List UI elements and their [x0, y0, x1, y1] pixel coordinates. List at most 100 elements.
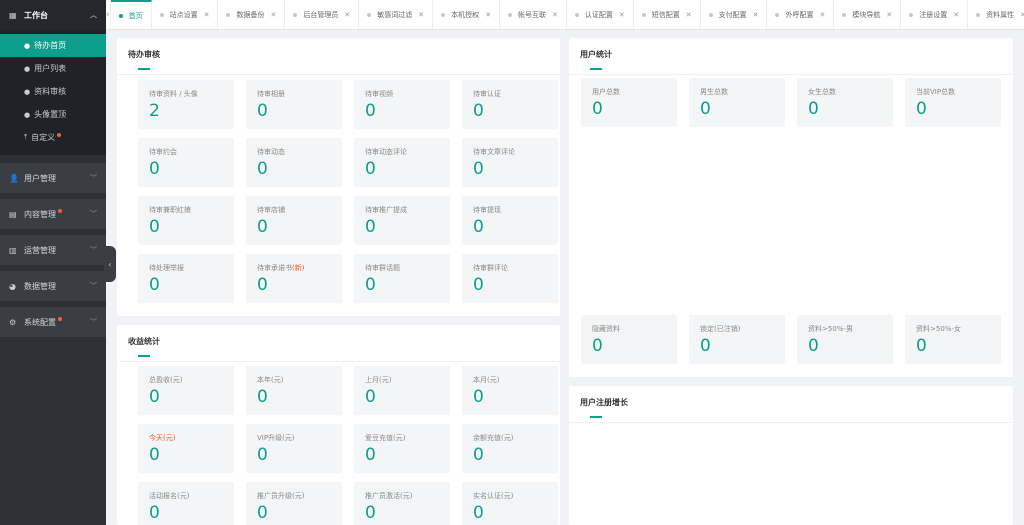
stat-card[interactable]: 待处理举报 0 [138, 254, 234, 303]
close-icon[interactable]: ✕ [819, 11, 825, 19]
sidebar-item-user-list[interactable]: ● 用户列表 [0, 57, 106, 80]
stat-label: 待审文章评论 [473, 148, 515, 156]
stat-card[interactable]: 实名认证(元) 0 [462, 482, 558, 525]
sidebar-header-label: 工作台 [24, 10, 48, 20]
close-icon[interactable]: ✕ [619, 11, 625, 19]
tab-label: 帐号互联 [517, 10, 546, 19]
stat-card[interactable]: 活动报名(元) 0 [138, 482, 234, 525]
tab-account-link[interactable]: 帐号互联 ✕ [500, 0, 567, 29]
stat-card[interactable]: 待审店铺 0 [246, 196, 342, 245]
tab-auth-config[interactable]: 认证配置 ✕ [567, 0, 634, 29]
close-icon[interactable]: ✕ [552, 11, 558, 19]
close-icon[interactable]: ✕ [686, 11, 692, 19]
close-icon[interactable]: ✕ [344, 11, 350, 19]
stat-card[interactable]: 锁定(已注销) 0 [689, 315, 785, 364]
stat-card[interactable]: 待审动态 0 [246, 138, 342, 187]
sidebar-group-data-management[interactable]: ◕ 数据管理 ﹀ [0, 271, 106, 301]
stat-card[interactable]: 待审资料 / 头像 2 [138, 80, 234, 129]
stat-card[interactable]: 资料>50%-男 0 [797, 315, 893, 364]
sidebar-item-todo-home[interactable]: ● 待办首页 [0, 34, 106, 57]
tab-home[interactable]: 首页 [110, 0, 152, 29]
close-icon[interactable]: ✕ [418, 11, 424, 19]
close-icon[interactable]: ✕ [485, 11, 491, 19]
tab-register-settings[interactable]: 注册设置 ✕ [901, 0, 969, 29]
sidebar-item-custom[interactable]: ⤒ 自定义 [0, 126, 106, 149]
users-icon: 👤 [9, 173, 19, 183]
stat-card[interactable]: 待审承诺书(新) 0 [246, 254, 342, 303]
tab-word-filter[interactable]: 敏感词过滤 ✕ [359, 0, 434, 29]
tab-sms-config[interactable]: 短信配置 ✕ [634, 0, 701, 29]
stat-card[interactable]: 待审约会 0 [138, 138, 234, 187]
tab-profile-attrs[interactable]: 资料属性 ✕ [968, 0, 1024, 29]
stat-card[interactable]: 待审相册 0 [246, 80, 342, 129]
stat-card[interactable]: 待审推广提成 0 [354, 196, 450, 245]
stat-value: 0 [473, 101, 484, 121]
stat-card[interactable]: 待审动态评论 0 [354, 138, 450, 187]
tab-data-backup[interactable]: 数据备份 ✕ [218, 0, 286, 29]
stat-card[interactable]: 上月(元) 0 [354, 366, 450, 415]
stat-card[interactable]: 男生总数 0 [689, 78, 785, 127]
income-stats-panel: 收益统计 总盈收(元) 0 本年(元) 0 上月(元) 0 本月(元) 0 今天(元) 0… [117, 325, 560, 525]
stat-card[interactable]: 总盈收(元) 0 [138, 366, 234, 415]
stat-value: 0 [257, 159, 268, 179]
panel-title: 收益统计 [128, 337, 160, 346]
bar-chart-icon: ▥ [9, 245, 17, 255]
sidebar-collapse-toggle[interactable]: ‹ [104, 246, 116, 282]
stat-card[interactable]: 推广员升级(元) 0 [246, 482, 342, 525]
stat-card[interactable]: 余额充值(元) 0 [462, 424, 558, 473]
tab-module-nav[interactable]: 模块导航 ✕ [834, 0, 902, 29]
close-icon[interactable]: ✕ [886, 11, 892, 19]
stat-value: 0 [257, 217, 268, 237]
sidebar-item-profile-review[interactable]: ● 资料审核 [0, 80, 106, 103]
stat-value: 0 [592, 336, 603, 356]
stat-card[interactable]: 待审提现 0 [462, 196, 558, 245]
close-icon[interactable]: ✕ [204, 11, 210, 19]
stat-card[interactable]: 本月(元) 0 [462, 366, 558, 415]
stat-card[interactable]: 用户总数 0 [581, 78, 677, 127]
stat-card[interactable]: 爱豆充值(元) 0 [354, 424, 450, 473]
stat-card[interactable]: 今天(元) 0 [138, 424, 234, 473]
tab-admins[interactable]: 后台管理员 ✕ [285, 0, 360, 29]
tab-label: 敏感词过滤 [377, 10, 413, 19]
stat-card[interactable]: 女生总数 0 [797, 78, 893, 127]
sidebar-group-user-management[interactable]: 👤 用户管理 ﹀ [0, 163, 106, 193]
stat-card[interactable]: 待审兼职红娘 0 [138, 196, 234, 245]
sidebar-item-avatar-pin[interactable]: ● 头像置顶 [0, 103, 106, 126]
bullet-icon: ● [24, 41, 31, 50]
tab-payment-config[interactable]: 支付配置 ✕ [701, 0, 768, 29]
divider [569, 422, 1013, 423]
stat-card[interactable]: 本年(元) 0 [246, 366, 342, 415]
stat-card[interactable]: 待审群话题 0 [354, 254, 450, 303]
sidebar-group-system-config[interactable]: ⚙ 系统配置 ﹀ [0, 307, 106, 337]
stat-card[interactable]: 待审认证 0 [462, 80, 558, 129]
stat-label: 待审相册 [257, 90, 285, 98]
stat-card[interactable]: 隐藏资料 0 [581, 315, 677, 364]
stat-card[interactable]: 推广员激活(元) 0 [354, 482, 450, 525]
stat-label: 待审提现 [473, 206, 501, 214]
sidebar-item-label: 待办首页 [34, 41, 67, 50]
sidebar-header-workbench[interactable]: ▦ 工作台 ︿ [0, 0, 106, 30]
stat-value: 0 [473, 503, 484, 523]
stat-card[interactable]: VIP升级(元) 0 [246, 424, 342, 473]
settings-icon: ⚙ [9, 317, 17, 327]
tab-site-settings[interactable]: 站点设置 ✕ [152, 0, 219, 29]
sidebar-item-label: 自定义 [31, 133, 56, 142]
chevron-down-icon: ﹀ [90, 282, 97, 290]
close-icon[interactable]: ✕ [270, 11, 276, 19]
sidebar-group-operations[interactable]: ▥ 运营管理 ﹀ [0, 235, 106, 265]
tab-outbound-config[interactable]: 外呼配置 ✕ [767, 0, 835, 29]
stat-card[interactable]: 当前VIP总数 0 [905, 78, 1001, 127]
stat-card[interactable]: 待审文章评论 0 [462, 138, 558, 187]
content-icon: ▤ [9, 209, 17, 219]
stat-value: 0 [700, 99, 711, 119]
tab-label: 数据备份 [236, 10, 265, 19]
tab-license[interactable]: 本机授权 ✕ [433, 0, 500, 29]
stat-card[interactable]: 资料>50%-女 0 [905, 315, 1001, 364]
close-icon[interactable]: ✕ [953, 11, 959, 19]
stat-card[interactable]: 待审视频 0 [354, 80, 450, 129]
sidebar-group-content-management[interactable]: ▤ 内容管理 ﹀ [0, 199, 106, 229]
close-icon[interactable]: ✕ [1020, 11, 1024, 19]
close-icon[interactable]: ✕ [753, 11, 759, 19]
panel-title-underline [590, 416, 602, 418]
stat-card[interactable]: 待审群评论 0 [462, 254, 558, 303]
